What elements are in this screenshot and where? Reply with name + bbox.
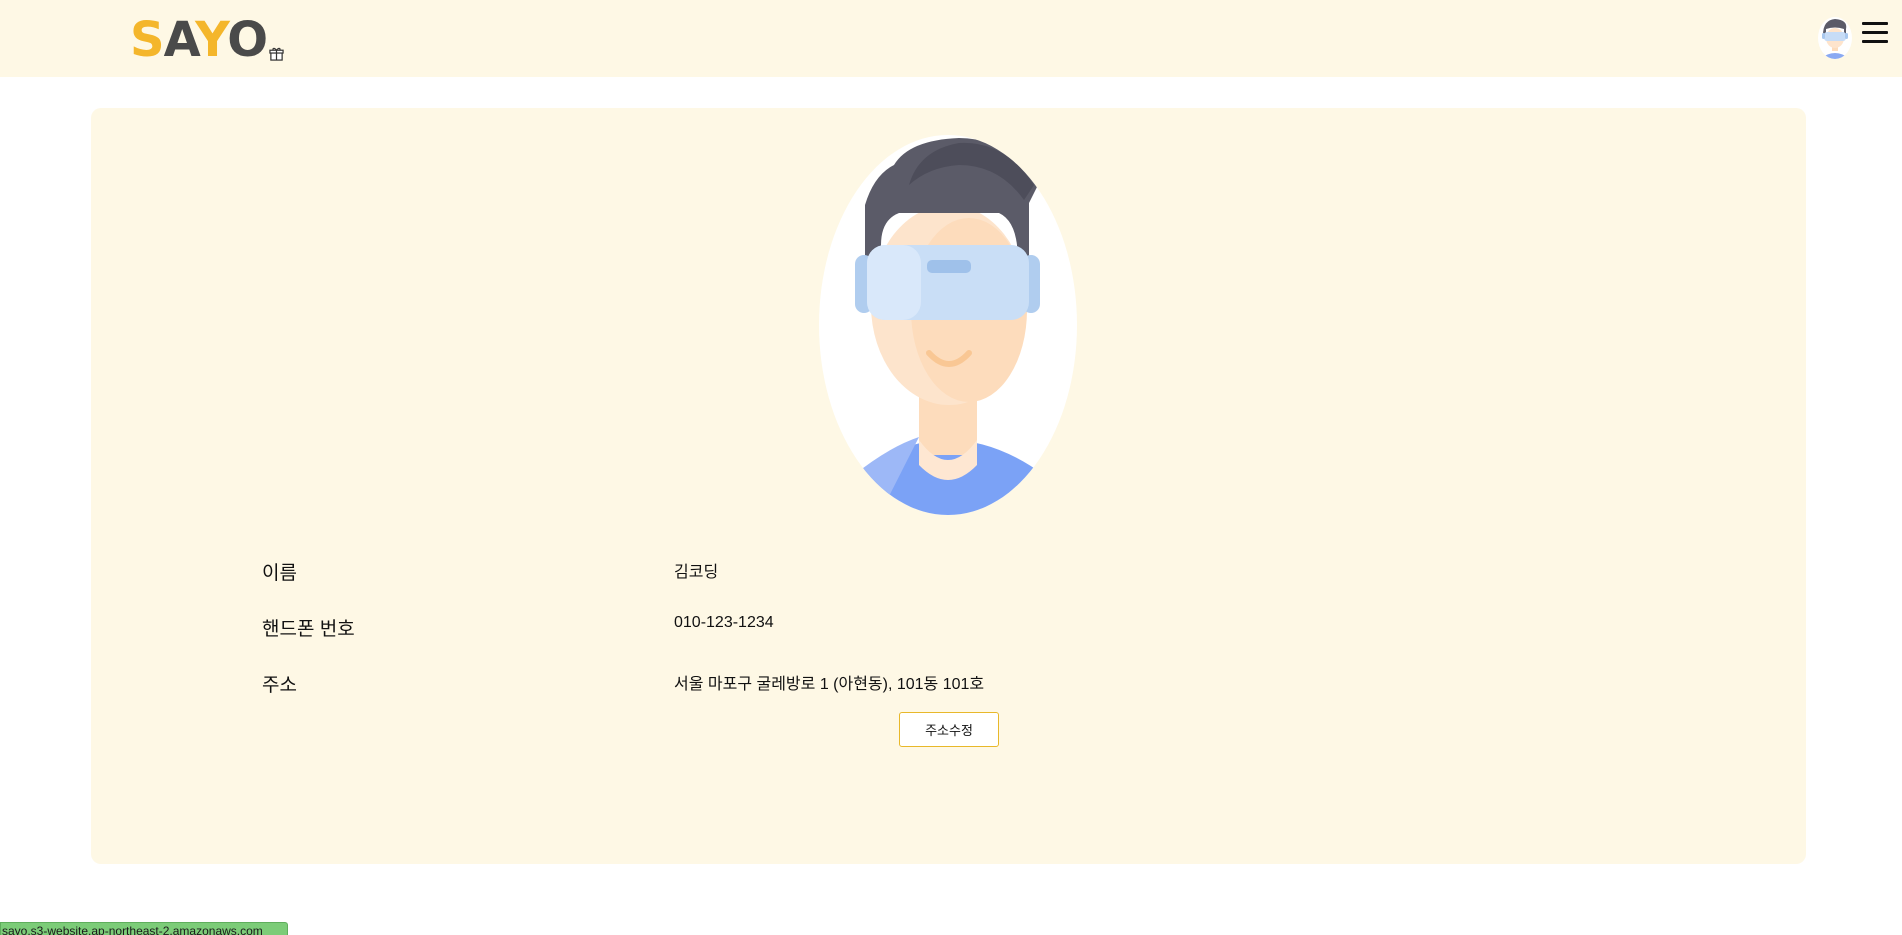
- hamburger-menu-icon[interactable]: [1862, 20, 1888, 44]
- address-label: 주소: [262, 675, 297, 696]
- top-header: SAYO: [0, 0, 1902, 77]
- edit-address-button[interactable]: 주소수정: [899, 712, 999, 747]
- name-value: 김코딩: [674, 564, 719, 581]
- sayo-logo[interactable]: SAYO: [130, 12, 284, 68]
- logo-text: SAYO: [130, 12, 268, 68]
- name-label: 이름: [262, 563, 297, 584]
- phone-label: 핸드폰 번호: [262, 619, 355, 640]
- gift-icon: [269, 47, 284, 61]
- user-avatar-icon[interactable]: [1818, 17, 1852, 59]
- phone-value: 010-123-1234: [674, 614, 774, 631]
- address-value: 서울 마포구 굴레방로 1 (아현동), 101동 101호: [674, 676, 985, 693]
- vr-headset-user-avatar: [819, 135, 1077, 515]
- status-bar-url: sayo.s3-website.ap-northeast-2.amazonaws…: [0, 922, 288, 935]
